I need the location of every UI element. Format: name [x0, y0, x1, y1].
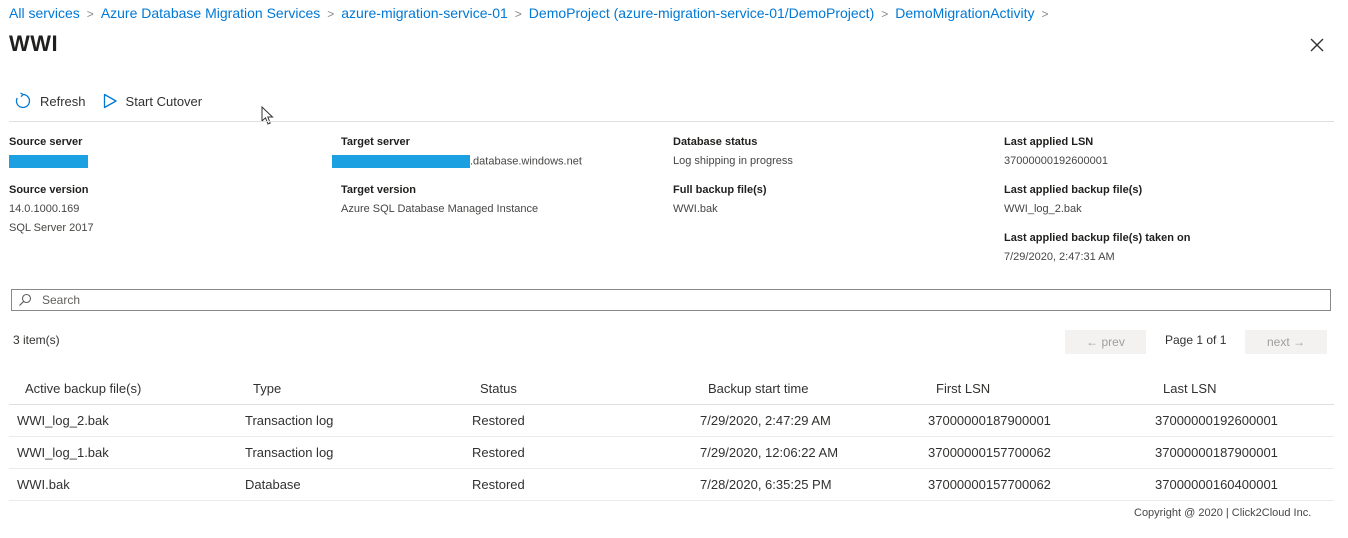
cell-backup-file: WWI.bak — [9, 468, 245, 501]
source-server-block: Source server — [9, 136, 88, 168]
cell-last-lsn: 37000000160400001 — [1155, 468, 1334, 501]
target-version-block: Target version Azure SQL Database Manage… — [341, 184, 538, 216]
table-header-row: Active backup file(s) Type Status Backup… — [9, 372, 1334, 405]
column-header-backup-start[interactable]: Backup start time — [700, 372, 928, 405]
table-row[interactable]: WWI.bak Database Restored 7/28/2020, 6:3… — [9, 468, 1334, 501]
breadcrumb-separator: > — [1041, 7, 1049, 21]
column-header-last-lsn[interactable]: Last LSN — [1155, 372, 1334, 405]
next-page-button[interactable]: next → — [1245, 330, 1327, 354]
source-server-label: Source server — [9, 136, 83, 148]
last-backup-block: Last applied backup file(s) WWI_log_2.ba… — [1004, 184, 1142, 216]
last-backup-taken-block: Last applied backup file(s) taken on 7/2… — [1004, 232, 1190, 264]
close-button[interactable] — [1305, 33, 1329, 57]
database-status-value: Log shipping in progress — [673, 155, 793, 167]
column-header-first-lsn[interactable]: First LSN — [928, 372, 1155, 405]
breadcrumb-project[interactable]: DemoProject (azure-migration-service-01/… — [529, 5, 874, 21]
full-backup-label: Full backup file(s) — [673, 184, 767, 196]
cell-first-lsn: 37000000157700062 — [928, 468, 1155, 501]
breadcrumb-dms[interactable]: Azure Database Migration Services — [101, 5, 320, 21]
search-box[interactable] — [11, 289, 1331, 311]
divider — [9, 121, 1334, 122]
breadcrumb-migration-service[interactable]: azure-migration-service-01 — [341, 5, 508, 21]
last-lsn-value: 37000000192600001 — [1004, 155, 1109, 167]
source-version-block: Source version 14.0.1000.169 SQL Server … — [9, 184, 94, 235]
prev-page-button[interactable]: ← prev — [1065, 330, 1146, 354]
start-cutover-button[interactable]: Start Cutover — [102, 93, 203, 109]
cell-status: Restored — [472, 468, 700, 501]
full-backup-block: Full backup file(s) WWI.bak — [673, 184, 767, 216]
breadcrumb-separator: > — [881, 7, 889, 21]
breadcrumb: All services > Azure Database Migration Se… — [9, 5, 1056, 21]
cell-status: Restored — [472, 404, 700, 437]
column-header-active-backup[interactable]: Active backup file(s) — [9, 372, 245, 405]
cell-type: Transaction log — [245, 404, 472, 437]
refresh-label: Refresh — [40, 93, 86, 109]
column-header-type[interactable]: Type — [245, 372, 472, 405]
close-icon — [1310, 38, 1324, 52]
refresh-icon — [15, 92, 31, 109]
target-version-label: Target version — [341, 184, 416, 196]
cell-first-lsn: 37000000187900001 — [928, 404, 1155, 437]
table-row[interactable]: WWI_log_1.bak Transaction log Restored 7… — [9, 436, 1334, 469]
target-server-label: Target server — [341, 136, 410, 148]
target-server-block: Target server .database.windows.net — [332, 136, 582, 168]
source-version-product: SQL Server 2017 — [9, 222, 94, 234]
source-version-label: Source version — [9, 184, 89, 196]
search-icon — [19, 293, 32, 306]
mouse-cursor-icon — [261, 106, 274, 125]
redacted-source-server — [9, 155, 88, 168]
database-status-block: Database status Log shipping in progress — [673, 136, 793, 168]
cell-backup-start: 7/28/2020, 6:35:25 PM — [700, 468, 928, 501]
breadcrumb-activity[interactable]: DemoMigrationActivity — [895, 5, 1034, 21]
search-input[interactable] — [40, 292, 1330, 308]
cell-type: Transaction log — [245, 436, 472, 469]
last-backup-taken-value: 7/29/2020, 2:47:31 AM — [1004, 251, 1115, 263]
cell-backup-start: 7/29/2020, 2:47:29 AM — [700, 404, 928, 437]
cell-last-lsn: 37000000192600001 — [1155, 404, 1334, 437]
last-backup-label: Last applied backup file(s) — [1004, 184, 1143, 196]
cell-first-lsn: 37000000157700062 — [928, 436, 1155, 469]
cell-backup-file: WWI_log_2.bak — [9, 404, 245, 437]
breadcrumb-separator: > — [327, 7, 335, 21]
full-backup-value: WWI.bak — [673, 203, 718, 215]
page-indicator: Page 1 of 1 — [1165, 333, 1227, 347]
redacted-target-server — [332, 155, 470, 168]
source-version-value: 14.0.1000.169 — [9, 203, 80, 215]
cell-type: Database — [245, 468, 472, 501]
last-backup-value: WWI_log_2.bak — [1004, 203, 1082, 215]
table-row[interactable]: WWI_log_2.bak Transaction log Restored 7… — [9, 404, 1334, 437]
cell-status: Restored — [472, 436, 700, 469]
command-bar: Refresh Start Cutover — [14, 92, 218, 110]
start-cutover-label: Start Cutover — [125, 93, 203, 109]
cell-backup-file: WWI_log_1.bak — [9, 436, 245, 469]
cell-last-lsn: 37000000187900001 — [1155, 436, 1334, 469]
database-status-label: Database status — [673, 136, 758, 148]
last-lsn-block: Last applied LSN 37000000192600001 — [1004, 136, 1108, 168]
target-server-suffix: .database.windows.net — [470, 155, 582, 168]
breadcrumb-separator: > — [86, 7, 94, 21]
breadcrumb-separator: > — [514, 7, 522, 21]
breadcrumb-all-services[interactable]: All services — [9, 5, 80, 21]
item-count: 3 item(s) — [13, 333, 60, 347]
cell-backup-start: 7/29/2020, 12:06:22 AM — [700, 436, 928, 469]
refresh-button[interactable]: Refresh — [14, 92, 86, 110]
column-header-status[interactable]: Status — [472, 372, 700, 405]
last-backup-taken-label: Last applied backup file(s) taken on — [1004, 232, 1191, 244]
target-version-value: Azure SQL Database Managed Instance — [341, 203, 539, 215]
backup-files-table: Active backup file(s) Type Status Backup… — [9, 372, 1334, 501]
copyright-text: Copyright @ 2020 | Click2Cloud Inc. — [1134, 507, 1312, 519]
play-icon — [103, 93, 117, 109]
last-lsn-label: Last applied LSN — [1004, 136, 1094, 148]
page-title: WWI — [9, 31, 59, 56]
